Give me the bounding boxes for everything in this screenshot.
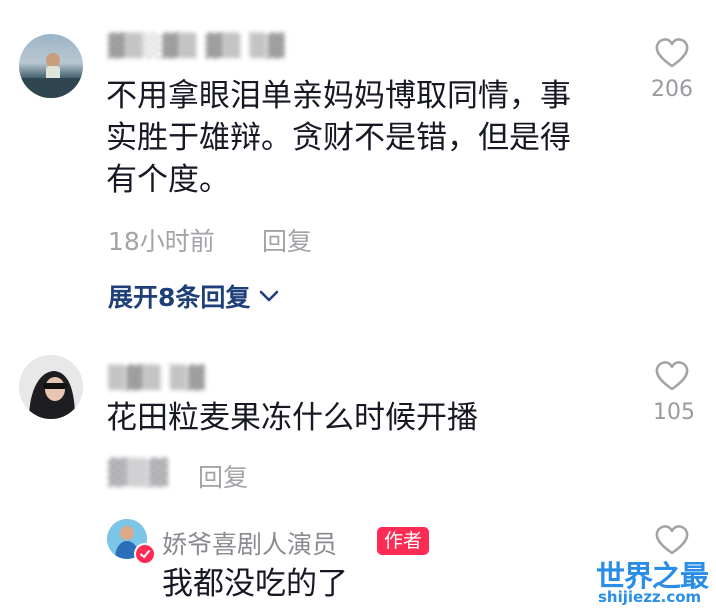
comment-time: 18小时前	[108, 227, 215, 256]
watermark-url: shijiezz.com	[598, 588, 702, 606]
heart-outline-icon	[655, 525, 689, 555]
like-button[interactable]	[655, 525, 689, 555]
comment-text: 花田粒麦果冻什么时候开播	[106, 400, 478, 436]
like-count: 105	[653, 400, 695, 425]
avatar[interactable]	[19, 355, 83, 419]
heart-outline-icon	[655, 361, 689, 391]
reply-text: 我都没吃的了	[162, 566, 348, 602]
like-button[interactable]	[655, 38, 689, 68]
reply-username[interactable]: 娇爷喜剧人演员	[162, 525, 337, 561]
like-count: 206	[651, 77, 693, 102]
heart-outline-icon	[655, 38, 689, 68]
comment-username[interactable]: ▓▒░▓▒ ▓▒ ▒▓	[108, 34, 285, 59]
comment-text-line: 实胜于雄辩。贪财不是错，但是得	[106, 120, 571, 156]
expand-replies-label: 展开8条回复	[108, 283, 251, 312]
reply-button[interactable]: 回复	[262, 222, 312, 258]
comment-username[interactable]: ▒▓▒ ▒▓	[108, 366, 206, 391]
comment-time: ▓▒▓	[108, 458, 169, 487]
like-button[interactable]	[655, 361, 689, 391]
reply-button[interactable]: 回复	[198, 458, 248, 494]
comment-text-line: 有个度。	[106, 162, 230, 198]
comment-text: 不用拿眼泪单亲妈妈博取同情，事 实胜于雄辩。贪财不是错，但是得 有个度。	[106, 75, 626, 201]
avatar[interactable]	[19, 34, 83, 98]
author-badge: 作者	[377, 527, 430, 555]
comment-text-line: 不用拿眼泪单亲妈妈博取同情，事	[106, 78, 571, 114]
expand-replies-button[interactable]: 展开8条回复	[108, 278, 280, 314]
verified-badge-icon	[134, 543, 156, 565]
chevron-down-icon	[260, 290, 279, 302]
